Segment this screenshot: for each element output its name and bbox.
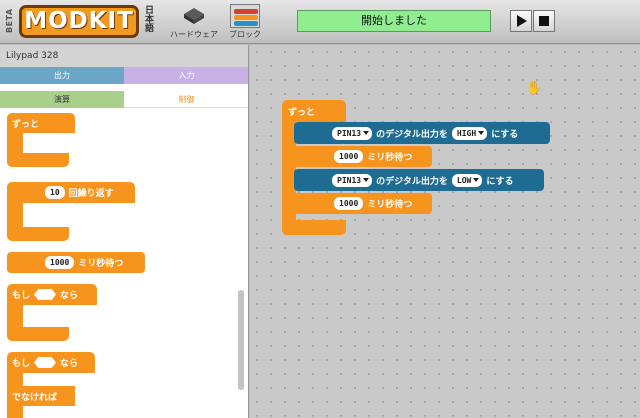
- block-workspace[interactable]: ずっと PIN13 のデジタル出力を HIGH にする 1000 ミリ秒待つ P…: [250, 45, 640, 418]
- digital-write-label: のデジタル出力を: [376, 129, 448, 140]
- pin-dropdown[interactable]: PIN13: [332, 126, 373, 140]
- chevron-down-icon: [363, 178, 370, 182]
- if-condition-slot[interactable]: [34, 289, 57, 300]
- digital-write-high-block[interactable]: PIN13 のデジタル出力を HIGH にする: [294, 122, 550, 144]
- blocks-button[interactable]: ブロック: [214, 4, 276, 42]
- language-selector[interactable]: 日本語: [141, 5, 153, 32]
- hardware-icon: [184, 8, 204, 24]
- value-dropdown[interactable]: HIGH: [451, 126, 488, 140]
- beta-label: BETA: [5, 8, 14, 34]
- wait-value-field[interactable]: 1000: [334, 197, 364, 210]
- forever-label: ずっと: [288, 107, 316, 118]
- wait-label: ミリ秒待つ: [367, 153, 413, 163]
- then2-label: なら: [60, 359, 79, 369]
- category-tab-control[interactable]: 制御: [124, 91, 248, 108]
- board-name: Lilypad 328: [0, 45, 248, 67]
- modkit-logo: MODKIT: [19, 5, 139, 38]
- category-tab-math[interactable]: 演算: [0, 91, 124, 108]
- stop-icon: [539, 16, 549, 26]
- if2-label: もし: [12, 359, 31, 369]
- then-label: なら: [60, 291, 79, 301]
- wait-label: ミリ秒待つ: [78, 259, 124, 269]
- palette-scrollbar[interactable]: [238, 290, 244, 390]
- play-button[interactable]: [510, 10, 532, 32]
- repeat-label: 回繰り返す: [68, 189, 114, 199]
- wait-label: ミリ秒待つ: [367, 200, 413, 210]
- chevron-down-icon: [478, 131, 485, 135]
- forever-label: ずっと: [12, 119, 40, 130]
- wait-block[interactable]: 1000 ミリ秒待つ: [294, 193, 432, 214]
- blocks-icon: [230, 4, 260, 28]
- block-palette: Lilypad 328 出力 入力 演算 制御 ずっと 10 回繰り返す 100…: [0, 45, 249, 418]
- wait-block[interactable]: 1000 ミリ秒待つ: [294, 146, 432, 167]
- pin-dropdown[interactable]: PIN13: [332, 173, 373, 187]
- repeat-count-field[interactable]: 10: [45, 186, 65, 199]
- palette-wait-block[interactable]: 1000 ミリ秒待つ: [7, 252, 145, 273]
- digital-write-low-block[interactable]: PIN13 のデジタル出力を LOW にする: [294, 169, 544, 191]
- stop-button[interactable]: [533, 10, 555, 32]
- value-dropdown[interactable]: LOW: [451, 173, 483, 187]
- digital-write-label: のデジタル出力を: [376, 176, 448, 187]
- set-label: にする: [486, 176, 514, 187]
- wait-value-field[interactable]: 1000: [334, 150, 364, 163]
- chevron-down-icon: [363, 131, 370, 135]
- if2-condition-slot[interactable]: [34, 357, 57, 368]
- category-tab-input[interactable]: 入力: [124, 67, 248, 84]
- top-toolbar: BETA MODKIT 日本語 ハードウェア ブロック 開始しました: [0, 0, 640, 44]
- if-label: もし: [12, 291, 31, 301]
- category-tab-output[interactable]: 出力: [0, 67, 124, 84]
- status-bar: 開始しました: [297, 10, 491, 32]
- play-icon: [517, 15, 527, 27]
- blocks-label: ブロック: [229, 30, 261, 39]
- chevron-down-icon: [473, 178, 480, 182]
- hand-cursor-icon: ✋: [526, 81, 543, 96]
- else-label: でなければ: [12, 392, 58, 403]
- set-label: にする: [491, 129, 519, 140]
- wait-value-field[interactable]: 1000: [45, 256, 75, 269]
